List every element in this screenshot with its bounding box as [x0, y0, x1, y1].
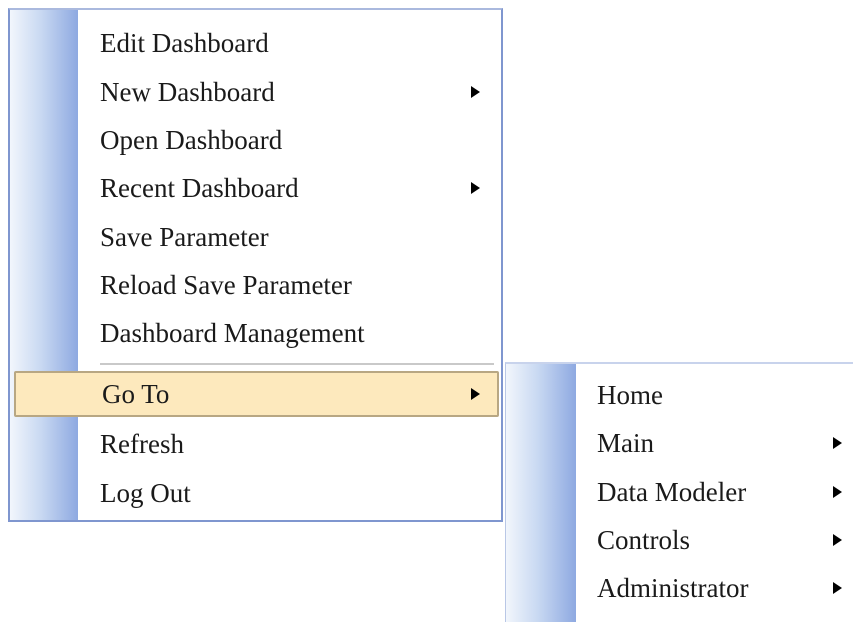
menu-item-label: Reload Save Parameter	[100, 270, 352, 300]
submenu-arrow-icon	[833, 437, 842, 449]
menu-item-label: Refresh	[100, 429, 184, 459]
menu-item-new-dashboard[interactable]: New Dashboard	[10, 69, 501, 115]
submenu-item-data-modeler[interactable]: Data Modeler	[506, 469, 853, 515]
menu-item-label: Main	[597, 428, 654, 458]
submenu-arrow-icon	[833, 486, 842, 498]
menu-separator	[100, 363, 494, 365]
menu-item-label: Dashboard Management	[100, 318, 365, 348]
menu-item-label: Go To	[102, 379, 170, 409]
go-to-submenu: Home Main Data Modeler Controls Administ…	[505, 362, 853, 622]
menu-item-save-parameter[interactable]: Save Parameter	[10, 214, 501, 260]
menu-item-label: Administrator	[597, 573, 749, 603]
submenu-item-administrator[interactable]: Administrator	[506, 565, 853, 611]
menu-item-refresh[interactable]: Refresh	[10, 421, 501, 467]
menu-item-label: Open Dashboard	[100, 125, 283, 155]
menu-item-label: Controls	[597, 525, 691, 555]
submenu-arrow-icon	[833, 582, 842, 594]
submenu-arrow-icon	[833, 534, 842, 546]
submenu-arrow-icon	[471, 182, 480, 194]
submenu-arrow-icon	[471, 86, 480, 98]
context-menu-screen: Edit Dashboard New Dashboard Open Dashbo…	[0, 0, 853, 622]
menu-item-go-to[interactable]: Go To	[14, 371, 499, 417]
menu-item-edit-dashboard[interactable]: Edit Dashboard	[10, 20, 501, 66]
menu-item-log-out[interactable]: Log Out	[10, 470, 501, 516]
submenu-arrow-icon	[471, 388, 480, 400]
menu-item-open-dashboard[interactable]: Open Dashboard	[10, 117, 501, 163]
menu-item-label: Log Out	[100, 478, 191, 508]
menu-item-recent-dashboard[interactable]: Recent Dashboard	[10, 165, 501, 211]
menu-item-label: Home	[597, 380, 663, 410]
submenu-item-controls[interactable]: Controls	[506, 517, 853, 563]
menu-item-dashboard-management[interactable]: Dashboard Management	[10, 310, 501, 356]
submenu-item-main[interactable]: Main	[506, 420, 853, 466]
menu-item-label: Recent Dashboard	[100, 173, 299, 203]
menu-item-label: Data Modeler	[597, 477, 747, 507]
dashboard-context-menu: Edit Dashboard New Dashboard Open Dashbo…	[8, 8, 503, 522]
menu-item-label: Save Parameter	[100, 222, 269, 252]
menu-item-label: New Dashboard	[100, 77, 275, 107]
menu-item-reload-save-parameter[interactable]: Reload Save Parameter	[10, 262, 501, 308]
menu-item-label: Edit Dashboard	[100, 28, 269, 58]
submenu-item-home[interactable]: Home	[506, 372, 853, 418]
